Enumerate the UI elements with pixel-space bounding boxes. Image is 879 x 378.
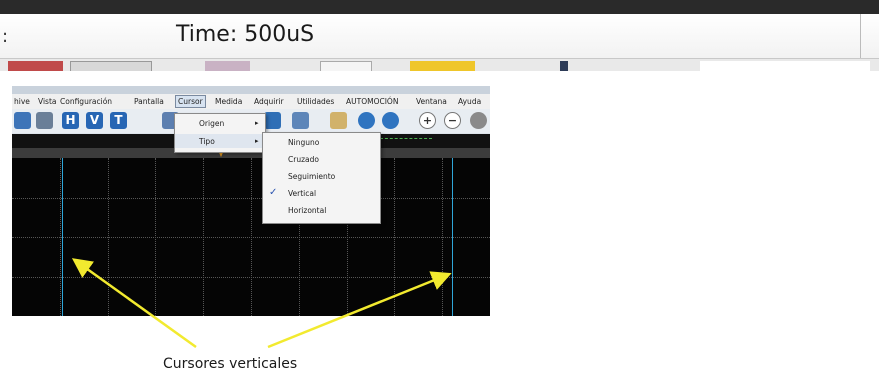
caption: Cursores verticales xyxy=(163,356,298,372)
arrow-left xyxy=(71,258,197,349)
annotation-arrows xyxy=(71,258,452,349)
arrow-right xyxy=(267,271,452,349)
